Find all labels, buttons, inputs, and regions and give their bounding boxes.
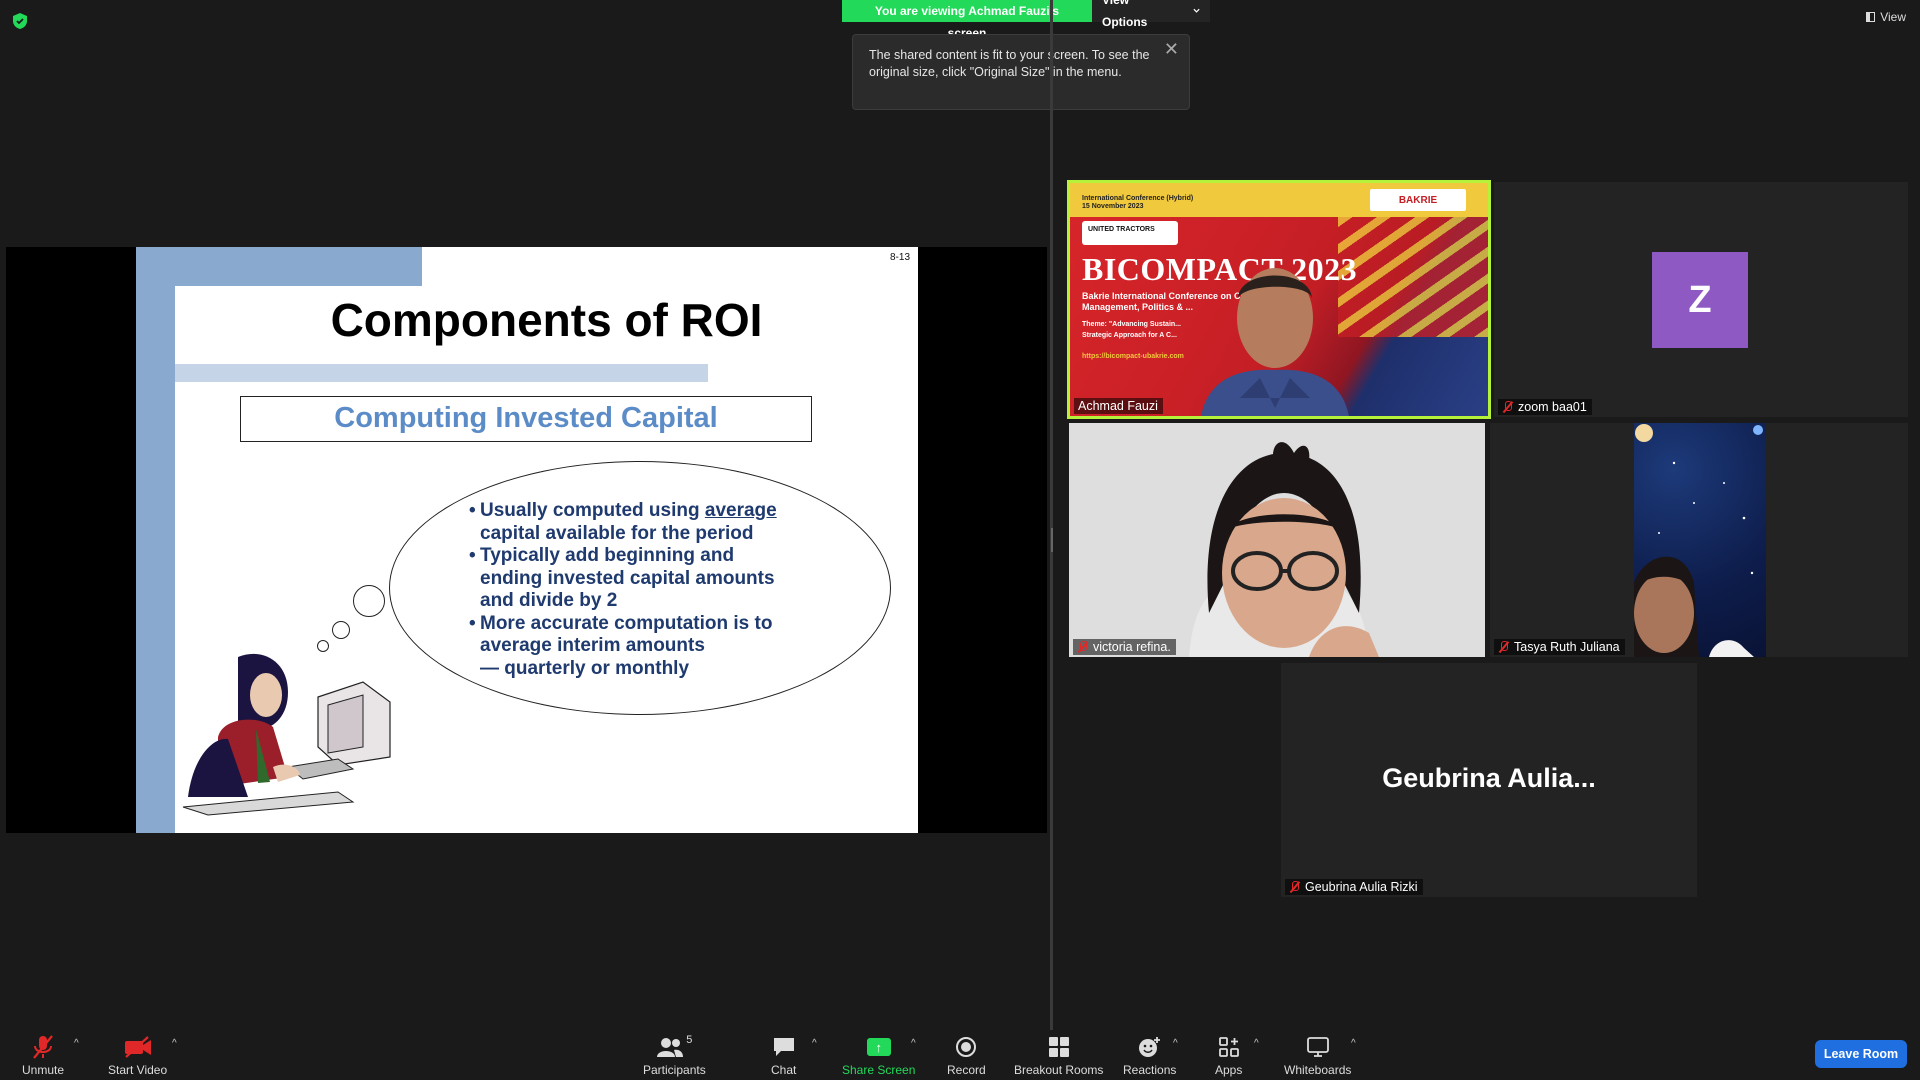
slide-number: 8-13	[889, 252, 910, 263]
whiteboard-icon	[1306, 1037, 1329, 1057]
bullet-item: Typically add beginning and	[469, 545, 810, 568]
conference-info: International Conference (Hybrid) 15 Nov…	[1082, 195, 1194, 210]
start-video-button[interactable]: Start Video	[108, 1032, 167, 1077]
breakout-rooms-label: Breakout Rooms	[1014, 1063, 1104, 1077]
slide-left-bar	[136, 247, 175, 833]
participant-name-label: Achmad Fauzi	[1074, 398, 1163, 414]
share-screen-button[interactable]: ↑ Share Screen	[842, 1032, 915, 1077]
muted-mic-icon	[33, 1035, 53, 1059]
chevron-down-icon	[1193, 8, 1200, 13]
audio-options-caret[interactable]: ^	[74, 1038, 79, 1049]
view-button[interactable]: View	[1866, 10, 1906, 24]
apps-options-caret[interactable]: ^	[1254, 1038, 1259, 1049]
video-options-caret[interactable]: ^	[172, 1038, 177, 1049]
reactions-button[interactable]: Reactions	[1123, 1032, 1176, 1077]
thought-bubble-dot-medium	[332, 621, 350, 639]
record-button[interactable]: Record	[947, 1032, 986, 1077]
close-icon[interactable]: ✕	[1164, 40, 1179, 58]
participant-name-label: Tasya Ruth Juliana	[1494, 639, 1625, 655]
layout-grid-icon	[1866, 12, 1876, 22]
chat-button[interactable]: Chat	[771, 1032, 796, 1077]
bullet-line: average interim amounts	[480, 635, 705, 656]
slide-top-bar	[136, 247, 422, 286]
slide-title: Components of ROI	[330, 294, 763, 346]
start-video-label: Start Video	[108, 1063, 168, 1077]
view-options-label: View Options	[1102, 0, 1148, 29]
zoom-meeting-window: You are viewing Achmad Fauzi's screen Vi…	[0, 0, 1920, 1080]
unmute-button[interactable]: Unmute	[22, 1032, 64, 1077]
whiteboards-options-caret[interactable]: ^	[1351, 1038, 1356, 1049]
bullet-item: Usually computed using average	[469, 500, 810, 523]
muted-mic-icon	[1289, 881, 1301, 893]
meeting-toolbar: Unmute ^ Start Video ^ 5 Participants Ch…	[0, 1030, 1920, 1080]
divider-drag-handle[interactable]	[1051, 528, 1053, 552]
video-off-icon	[124, 1036, 151, 1058]
slide-subtitle: Computing Invested Capital	[240, 396, 812, 442]
apps-label: Apps	[1215, 1063, 1243, 1077]
leave-room-button[interactable]: Leave Room	[1815, 1040, 1907, 1068]
share-options-caret[interactable]: ^	[911, 1038, 916, 1049]
participants-icon	[657, 1038, 684, 1057]
conference-url: https://bicompact-ubakrie.com	[1082, 353, 1184, 360]
muted-mic-icon	[1077, 641, 1089, 653]
fit-screen-tooltip: The shared content is fit to your screen…	[852, 34, 1190, 110]
woman-at-computer-clipart	[182, 653, 391, 816]
apps-button[interactable]: Apps	[1215, 1032, 1242, 1077]
chat-label: Chat	[771, 1063, 797, 1077]
chat-icon	[773, 1038, 794, 1056]
breakout-rooms-button[interactable]: Breakout Rooms	[1014, 1032, 1103, 1077]
share-screen-icon: ↑	[866, 1038, 891, 1056]
whiteboards-label: Whiteboards	[1284, 1063, 1352, 1077]
split-view-divider[interactable]	[1050, 0, 1053, 1030]
participants-button[interactable]: 5 Participants	[643, 1032, 706, 1077]
video-tile-victoria[interactable]: victoria refina.	[1069, 423, 1485, 657]
viewing-status: You are viewing Achmad Fauzi's screen	[842, 0, 1092, 40]
muted-mic-icon	[1498, 641, 1510, 653]
encryption-shield-icon[interactable]	[12, 12, 28, 30]
shared-screen-area: 8-13 Components of ROI Computing Investe…	[6, 247, 1047, 833]
sponsor-logo: UNITED TRACTORS	[1082, 221, 1178, 245]
participant-video-tasya	[1634, 423, 1766, 657]
unmute-label: Unmute	[22, 1063, 65, 1077]
bullet-line: — quarterly or monthly	[480, 657, 690, 679]
reactions-icon	[1138, 1037, 1160, 1057]
video-tile-geubrina[interactable]: Geubrina Aulia... Geubrina Aulia Rizki	[1281, 663, 1697, 897]
view-options-button[interactable]: View Options	[1092, 0, 1210, 29]
participants-label: Participants	[643, 1063, 706, 1077]
slide-bullet-list: Usually computed using average capital a…	[469, 500, 810, 680]
view-label: View	[1880, 10, 1906, 24]
tooltip-text: The shared content is fit to your screen…	[869, 48, 1150, 79]
bullet-item: More accurate computation is to	[469, 613, 810, 636]
participant-name-label: victoria refina.	[1073, 639, 1176, 655]
share-screen-label: Share Screen	[842, 1063, 916, 1077]
video-tile-zoom-baa01[interactable]: Z zoom baa01	[1494, 182, 1908, 417]
bullet-line: capital available for the period	[480, 522, 754, 544]
thought-bubble-dot-large	[353, 585, 385, 617]
reactions-options-caret[interactable]: ^	[1173, 1038, 1178, 1049]
starry-background	[1634, 424, 1763, 657]
participant-display-name: Geubrina Aulia...	[1382, 763, 1596, 793]
bullet-line: ending invested capital amounts	[480, 567, 775, 589]
screen-share-banner: You are viewing Achmad Fauzi's screen Vi…	[842, 0, 1210, 40]
title-underline-bar	[175, 364, 708, 382]
presentation-slide: 8-13 Components of ROI Computing Investe…	[136, 247, 918, 833]
whiteboards-button[interactable]: Whiteboards	[1284, 1032, 1351, 1077]
reactions-label: Reactions	[1123, 1063, 1177, 1077]
avatar: Z	[1652, 252, 1748, 348]
record-label: Record	[947, 1063, 986, 1077]
video-tile-achmad[interactable]: International Conference (Hybrid) 15 Nov…	[1067, 180, 1491, 419]
bullet-line: and divide by 2	[480, 590, 618, 611]
breakout-rooms-icon	[1048, 1037, 1069, 1057]
university-logo: BAKRIE	[1370, 189, 1466, 211]
participant-video-achmad	[1201, 268, 1349, 416]
video-tile-tasya[interactable]: Tasya Ruth Juliana	[1490, 423, 1908, 657]
participant-name-label: Geubrina Aulia Rizki	[1285, 879, 1423, 895]
chat-options-caret[interactable]: ^	[812, 1038, 817, 1049]
participant-name-label: zoom baa01	[1498, 399, 1592, 415]
record-icon	[956, 1037, 977, 1057]
apps-icon	[1218, 1037, 1239, 1057]
participants-count: 5	[686, 1034, 693, 1046]
muted-mic-icon	[1502, 401, 1514, 413]
participant-video-victoria	[1069, 423, 1485, 657]
